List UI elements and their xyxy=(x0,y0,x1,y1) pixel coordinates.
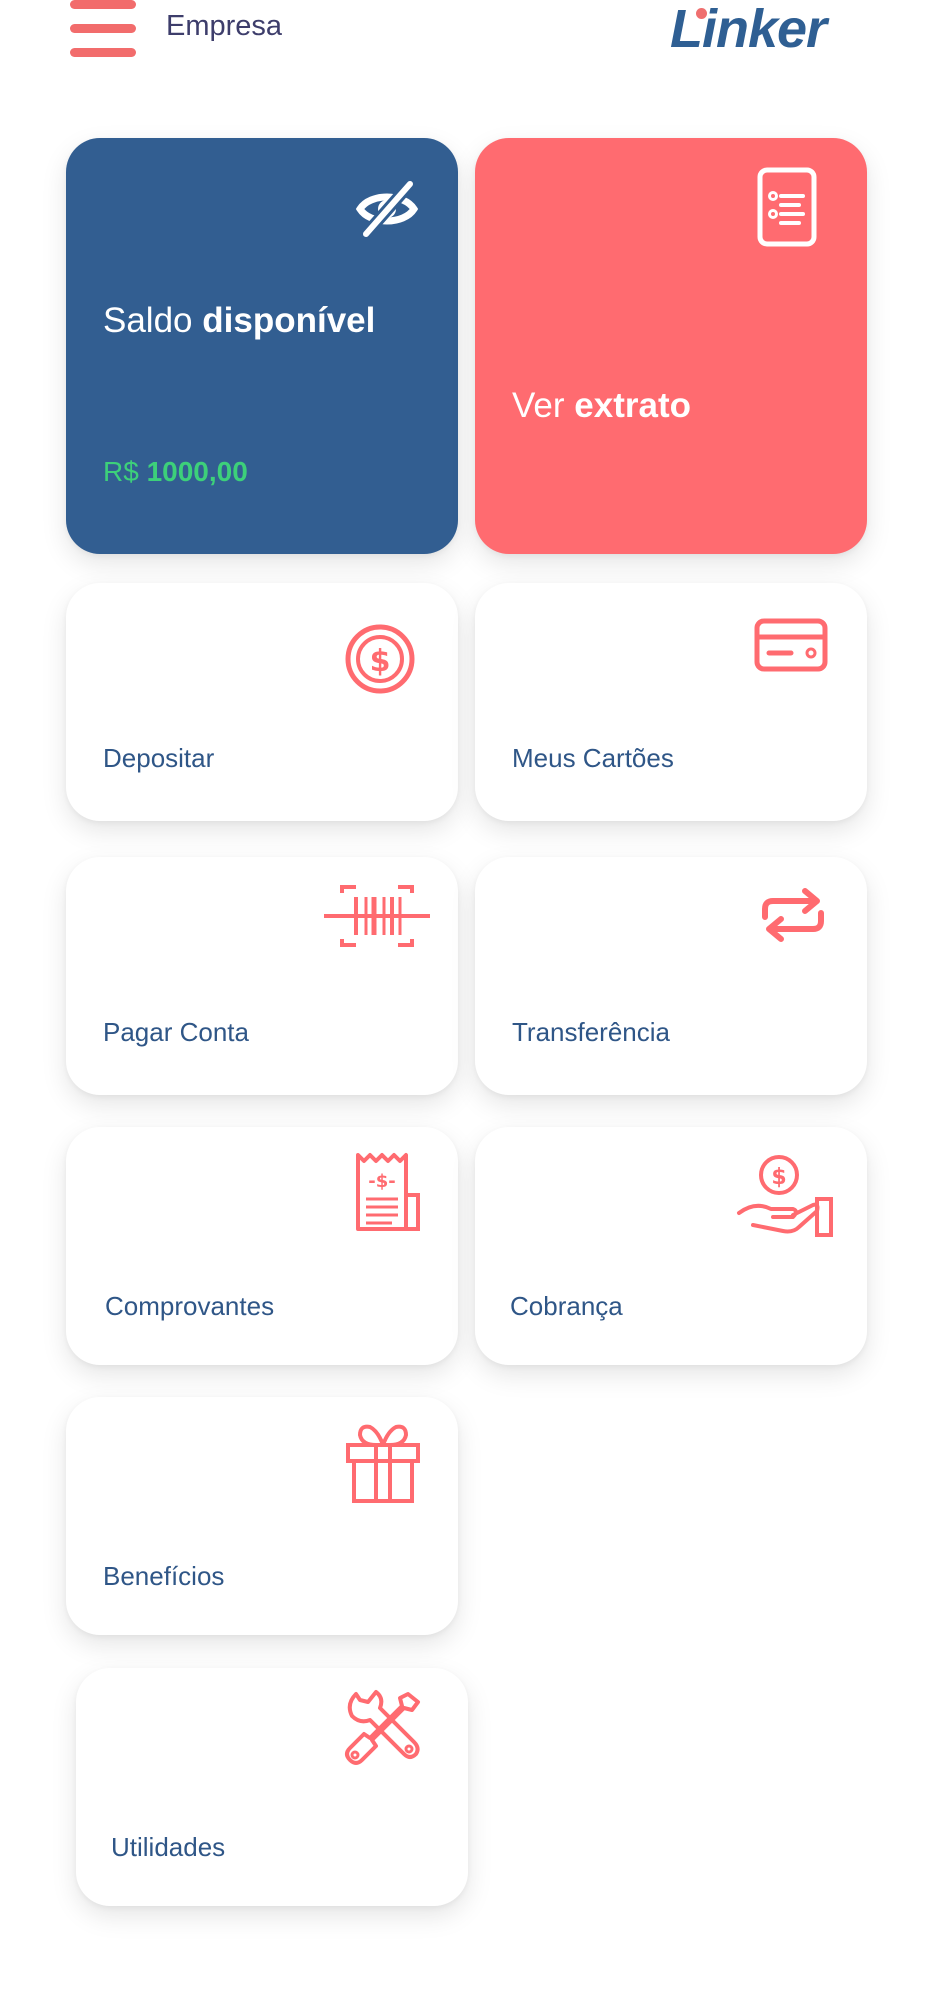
utilities-label: Utilidades xyxy=(111,1832,226,1862)
deposit-button[interactable]: $ Depositar xyxy=(66,583,458,821)
benefits-button[interactable]: Benefícios xyxy=(66,1397,458,1635)
transfer-label: Transferência xyxy=(512,1017,670,1047)
my-cards-button[interactable]: Meus Cartões xyxy=(475,583,867,821)
my-cards-label: Meus Cartões xyxy=(512,743,674,773)
pay-bill-label: Pagar Conta xyxy=(103,1017,249,1047)
hand-coin-icon: $ xyxy=(737,1155,833,1237)
svg-text:-$-: -$- xyxy=(368,1171,395,1192)
svg-text:$: $ xyxy=(370,644,391,679)
eye-slash-icon[interactable] xyxy=(354,176,420,242)
document-list-icon xyxy=(757,167,817,247)
benefits-label: Benefícios xyxy=(103,1561,225,1591)
pay-bill-button[interactable]: Pagar Conta xyxy=(66,857,458,1095)
deposit-label: Depositar xyxy=(103,743,215,773)
receipts-button[interactable]: -$- Comprovantes xyxy=(66,1127,458,1365)
balance-title: Saldo disponível xyxy=(103,301,375,341)
tools-icon xyxy=(345,1690,420,1765)
transfer-arrows-icon xyxy=(762,888,824,942)
statement-title-bold: extrato xyxy=(574,386,691,425)
receipt-icon: -$- xyxy=(356,1153,420,1231)
hamburger-menu-icon[interactable] xyxy=(70,0,136,57)
svg-text:$: $ xyxy=(771,1165,786,1190)
transfer-button[interactable]: Transferência xyxy=(475,857,867,1095)
utilities-button[interactable]: Utilidades xyxy=(76,1668,468,1906)
balance-amount: 1000,00 xyxy=(146,456,248,487)
company-label: Empresa xyxy=(166,10,283,42)
receipts-label: Comprovantes xyxy=(105,1291,275,1321)
billing-button[interactable]: $ Cobrança xyxy=(475,1127,867,1365)
balance-currency: R$ xyxy=(103,456,139,487)
statement-card[interactable]: Ver extrato xyxy=(475,138,867,554)
credit-card-icon xyxy=(754,618,828,672)
app-header: Empresa Linker xyxy=(0,0,936,80)
statement-title-regular: Ver xyxy=(512,386,565,425)
balance-value: R$ 1000,00 xyxy=(103,456,248,488)
balance-title-bold: disponível xyxy=(202,301,376,340)
balance-card[interactable]: Saldo disponível R$ 1000,00 xyxy=(66,138,458,554)
statement-title: Ver extrato xyxy=(512,386,691,426)
barcode-scan-icon xyxy=(324,885,430,947)
linker-logo: Linker xyxy=(670,0,827,59)
gift-icon xyxy=(346,1424,420,1503)
dollar-circle-icon: $ xyxy=(345,624,415,694)
logo-dot xyxy=(696,8,707,19)
balance-title-regular: Saldo xyxy=(103,301,193,340)
billing-label: Cobrança xyxy=(510,1291,623,1321)
